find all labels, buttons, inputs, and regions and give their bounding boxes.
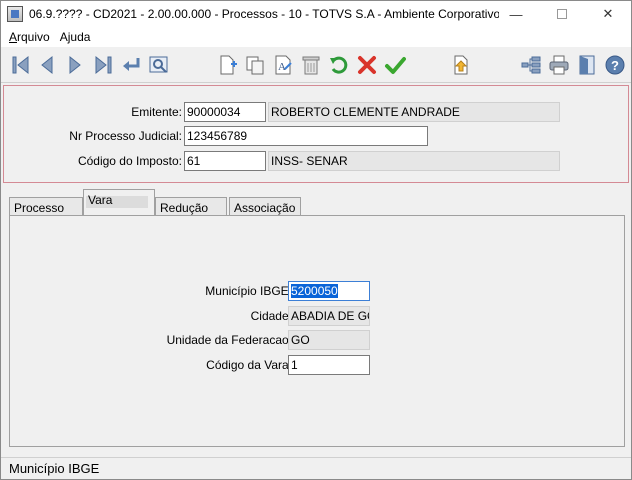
tabs-area: Processo Vara Redução Associação Municíp…	[3, 189, 629, 453]
processo-label: Nr Processo Judicial:	[69, 129, 182, 143]
exit-icon[interactable]	[575, 53, 599, 77]
status-bar: Município IBGE	[1, 457, 631, 479]
app-icon	[7, 6, 23, 22]
svg-text:?: ?	[611, 58, 619, 73]
app-window: 06.9.???? - CD2021 - 2.00.00.000 - Proce…	[0, 0, 632, 480]
vara-panel: Município IBGE: 5200050 Cidade: ABADIA D…	[9, 215, 625, 447]
enter-icon[interactable]	[119, 53, 143, 77]
menu-ajuda[interactable]: Ajuda	[60, 30, 91, 44]
title-bar: 06.9.???? - CD2021 - 2.00.00.000 - Proce…	[1, 1, 631, 27]
menu-arquivo-rest: rquivo	[17, 30, 50, 44]
uf-label: Unidade da Federacao:	[166, 333, 292, 347]
tab-associacao-label: Associação	[234, 201, 296, 215]
help-icon[interactable]: ?	[603, 53, 627, 77]
menu-arquivo[interactable]: Arquivo	[9, 30, 50, 44]
delete-icon[interactable]	[299, 53, 323, 77]
municipio-value: 5200050	[291, 284, 338, 298]
upload-icon[interactable]	[449, 53, 473, 77]
cidade-field: ABADIA DE GOI	[288, 306, 370, 326]
imposto-code-input[interactable]: 61	[184, 151, 266, 171]
svg-text:A: A	[278, 61, 286, 73]
first-record-icon[interactable]	[9, 53, 33, 77]
print-icon[interactable]	[547, 53, 571, 77]
menu-ajuda-pre: A	[59, 30, 68, 44]
header-panel: Emitente: 90000034 ROBERTO CLEMENTE ANDR…	[3, 85, 629, 183]
tab-processo-label: Processo	[14, 201, 65, 215]
cancel-icon[interactable]	[355, 53, 379, 77]
codvara-label: Código da Vara:	[206, 358, 292, 372]
emitente-name-field: ROBERTO CLEMENTE ANDRADE	[268, 102, 560, 122]
menu-ajuda-rest: uda	[70, 30, 91, 44]
toolbar: A ?	[1, 47, 631, 83]
copy-icon[interactable]	[243, 53, 267, 77]
menu-bar: Arquivo Ajuda	[1, 27, 631, 47]
emitente-code-input[interactable]: 90000034	[184, 102, 266, 122]
confirm-icon[interactable]	[383, 53, 407, 77]
maximize-icon	[557, 9, 567, 19]
tree-icon[interactable]	[519, 53, 543, 77]
undo-icon[interactable]	[327, 53, 351, 77]
next-record-icon[interactable]	[63, 53, 87, 77]
uf-field: GO	[288, 330, 370, 350]
tab-reducao-label: Redução	[160, 201, 209, 215]
window-title: 06.9.???? - CD2021 - 2.00.00.000 - Proce…	[29, 7, 499, 21]
tab-vara[interactable]: Vara	[83, 189, 155, 215]
codvara-input[interactable]: 1	[288, 355, 370, 375]
imposto-desc-field: INSS- SENAR	[268, 151, 560, 171]
new-record-icon[interactable]	[215, 53, 239, 77]
imposto-label: Código do Imposto:	[77, 154, 182, 168]
close-button[interactable]: ✕	[585, 1, 631, 27]
edit-icon[interactable]: A	[271, 53, 295, 77]
previous-record-icon[interactable]	[35, 53, 59, 77]
tab-vara-label: Vara	[88, 193, 113, 207]
menu-arquivo-accel: A	[9, 30, 18, 44]
municipio-input[interactable]: 5200050	[288, 281, 370, 301]
municipio-label: Município IBGE:	[205, 284, 292, 298]
processo-input[interactable]: 123456789	[184, 126, 428, 146]
last-record-icon[interactable]	[91, 53, 115, 77]
cidade-label: Cidade:	[250, 309, 292, 323]
preview-icon[interactable]	[147, 53, 171, 77]
maximize-button[interactable]	[539, 1, 585, 27]
minimize-button[interactable]: —	[493, 1, 539, 27]
emitente-label: Emitente:	[131, 105, 182, 119]
